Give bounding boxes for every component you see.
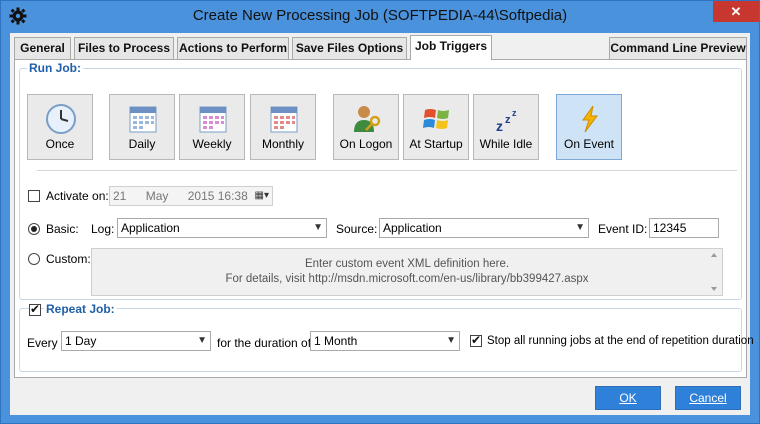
close-button[interactable]: ✕ [713,1,759,22]
on-logon-button[interactable]: On Logon [333,94,399,160]
custom-hint-line1: Enter custom event XML definition here. [304,258,510,270]
weekly-label: Weekly [192,137,232,151]
once-button[interactable]: Once [27,94,93,160]
separator [37,170,737,171]
activate-year-time: 2015 16:38 [187,189,248,203]
source-label: Source: [336,222,378,236]
custom-xml-textarea[interactable]: Enter custom event XML definition here. … [91,248,723,296]
calendar-icon [129,106,157,133]
stop-jobs-checkbox[interactable] [470,333,482,347]
calendar-dropdown-icon[interactable]: ▦▾ [255,187,269,205]
duration-label: for the duration of: [217,336,315,350]
weekly-button[interactable]: Weekly [179,94,245,160]
daily-label: Daily [128,137,156,151]
ok-button[interactable]: OK [595,386,661,410]
stop-jobs-label: Stop all running jobs at the end of repe… [487,335,754,347]
activate-datetime-picker[interactable]: 21 May 2015 16:38 ▦▾ [109,186,273,206]
lightning-icon [582,105,598,133]
calendar-icon [199,106,227,133]
activate-checkbox[interactable] [28,190,40,202]
custom-hint-line2: For details, visit http://msdn.microsoft… [225,273,589,285]
every-value: 1 Day [65,334,97,348]
event-id-input[interactable]: 12345 [649,218,719,238]
at-startup-label: At Startup [409,137,463,151]
tab-actions-to-perform[interactable]: Actions to Perform [177,37,289,59]
basic-radio[interactable] [28,223,40,235]
duration-value: 1 Month [314,334,358,348]
event-id-label: Event ID: [598,222,648,236]
chevron-down-icon[interactable]: ▼ [446,332,456,350]
duration-select[interactable]: 1 Month ▼ [310,331,460,351]
title-bar[interactable]: Create New Processing Job (SOFTPEDIA-44\… [1,1,759,33]
tab-save-files-options[interactable]: Save Files Options [292,37,407,59]
log-select[interactable]: Application ▼ [117,218,327,238]
monthly-label: Monthly [261,137,305,151]
source-select[interactable]: Application ▼ [379,218,589,238]
at-startup-button[interactable]: At Startup [403,94,469,160]
sleep-zzz-icon: z z z [496,108,517,134]
chevron-down-icon[interactable]: ▼ [313,219,323,237]
log-label: Log: [91,222,115,236]
tab-general[interactable]: General [14,37,71,59]
activate-label: Activate on: [46,189,109,203]
tab-files-to-process[interactable]: Files to Process [74,37,174,59]
monthly-button[interactable]: Monthly [250,94,316,160]
tab-command-line-preview[interactable]: Command Line Preview [609,37,747,59]
cancel-button[interactable]: Cancel [675,386,741,410]
svg-text:z: z [512,108,517,118]
while-idle-button[interactable]: z z z While Idle [473,94,539,160]
chevron-down-icon[interactable]: ▼ [575,219,585,237]
custom-label: Custom: [46,252,91,266]
while-idle-label: While Idle [479,137,533,151]
once-label: Once [45,137,75,151]
dialog-window: Create New Processing Job (SOFTPEDIA-44\… [0,0,760,424]
repeat-job-label: Repeat Job: [44,302,117,316]
on-event-button[interactable]: On Event [556,94,622,160]
ok-label: OK [619,391,637,405]
job-triggers-panel: Run Job: Once Daily Weekly Monthly On Lo… [14,59,754,378]
daily-button[interactable]: Daily [109,94,175,160]
calendar-icon [270,106,298,133]
custom-radio[interactable] [28,253,40,265]
clock-icon [46,104,76,134]
every-label: Every [27,336,58,350]
svg-text:z: z [496,118,503,134]
activate-month: May [145,189,169,203]
log-value: Application [121,221,180,235]
activate-day: 21 [113,189,127,203]
window-title: Create New Processing Job (SOFTPEDIA-44\… [192,7,568,24]
repeat-job-checkbox[interactable] [29,302,41,316]
svg-text:z: z [505,114,511,126]
dialog-client: General Files to Process Actions to Perf… [10,33,754,415]
windows-logo-icon [423,109,449,129]
run-job-label: Run Job: [27,61,83,75]
scrollbar[interactable] [708,251,720,293]
source-value: Application [383,221,442,235]
user-key-icon [354,106,381,132]
every-select[interactable]: 1 Day ▼ [61,331,211,351]
tab-job-triggers[interactable]: Job Triggers [410,35,492,60]
on-event-label: On Event [563,137,615,151]
on-logon-label: On Logon [339,137,393,151]
chevron-down-icon[interactable]: ▼ [197,332,207,350]
cancel-label: Cancel [689,391,727,405]
basic-label: Basic: [46,222,79,236]
